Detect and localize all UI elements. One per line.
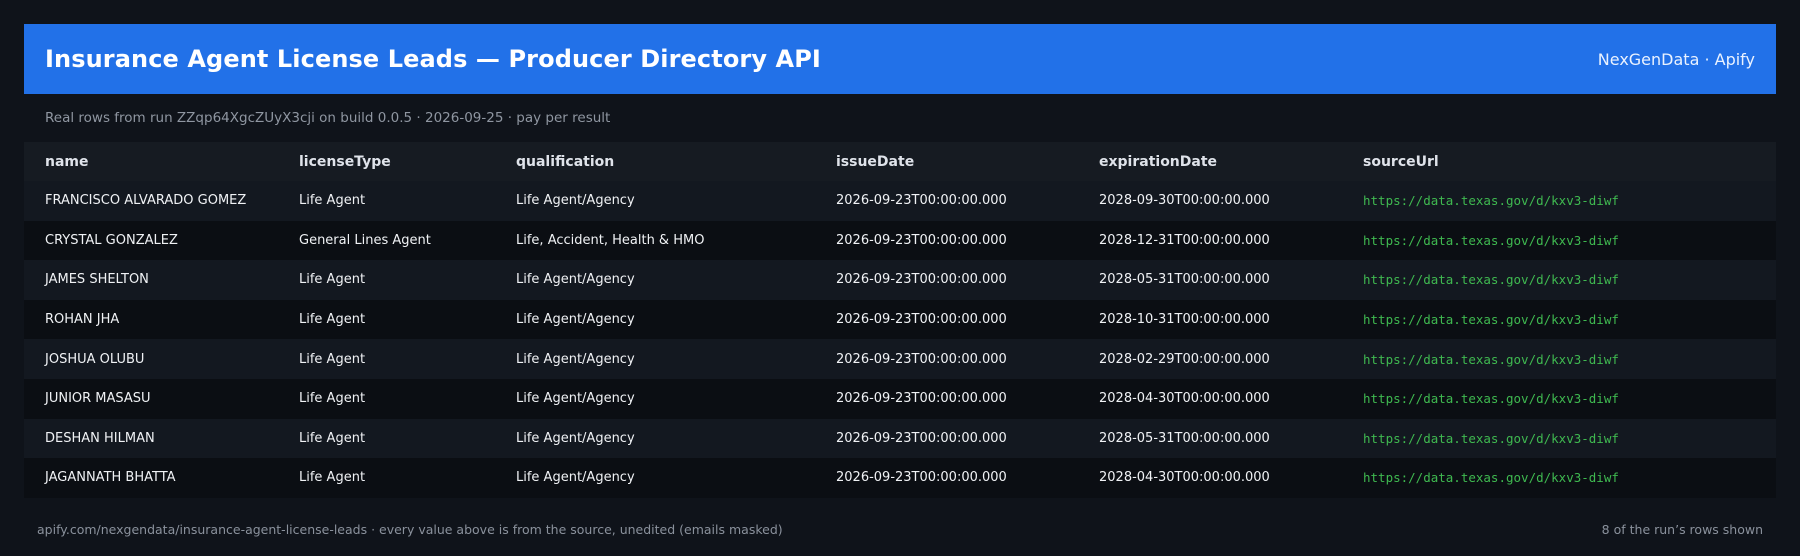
cell-source-url-link[interactable]: https://data.texas.gov/d/kxv3-diwf [1363,233,1776,248]
cell-license-type: Life Agent [299,391,366,407]
table-row[interactable]: JAMES SHELTON Life Agent Life Agent/Agen… [24,260,1776,300]
footer-row-count: 8 of the run’s rows shown [1601,522,1763,537]
table-row[interactable]: FRANCISCO ALVARADO GOMEZ Life Agent Life… [24,181,1776,221]
cell-source-url-link[interactable]: https://data.texas.gov/d/kxv3-diwf [1363,193,1776,208]
table-row[interactable]: JOSHUA OLUBU Life Agent Life Agent/Agenc… [24,339,1776,379]
column-header-source-url[interactable]: sourceUrl [1363,154,1776,170]
cell-name: ROHAN JHA [45,312,120,328]
cell-issue-date: 2026-09-23T00:00:00.000 [836,272,1007,288]
cell-qualification: Life Agent/Agency [516,391,635,407]
column-header-license-type[interactable]: licenseType [299,154,516,170]
column-header-name[interactable]: name [24,154,299,170]
column-header-expiration-date[interactable]: expirationDate [1099,154,1363,170]
cell-qualification: Life Agent/Agency [516,312,635,328]
cell-issue-date: 2026-09-23T00:00:00.000 [836,193,1007,209]
cell-expiration-date: 2028-05-31T00:00:00.000 [1099,430,1270,446]
table-header-row: name licenseType qualification issueDate… [24,142,1776,181]
cell-qualification: Life Agent/Agency [516,272,635,288]
cell-license-type: Life Agent [299,470,366,486]
cell-qualification: Life Agent/Agency [516,193,635,209]
cell-source-url-link[interactable]: https://data.texas.gov/d/kxv3-diwf [1363,391,1776,406]
cell-issue-date: 2026-09-23T00:00:00.000 [836,232,1007,248]
cell-expiration-date: 2028-02-29T00:00:00.000 [1099,351,1270,367]
cell-license-type: Life Agent [299,312,366,328]
cell-source-url-link[interactable]: https://data.texas.gov/d/kxv3-diwf [1363,352,1776,367]
cell-source-url-link[interactable]: https://data.texas.gov/d/kxv3-diwf [1363,470,1776,485]
cell-license-type: General Lines Agent [299,232,431,248]
cell-license-type: Life Agent [299,430,366,446]
cell-issue-date: 2026-09-23T00:00:00.000 [836,430,1007,446]
page-title: Insurance Agent License Leads — Producer… [45,45,821,73]
cell-qualification: Life, Accident, Health & HMO [516,232,705,248]
cell-qualification: Life Agent/Agency [516,470,635,486]
cell-expiration-date: 2028-04-30T00:00:00.000 [1099,391,1270,407]
cell-license-type: Life Agent [299,193,366,209]
results-table: name licenseType qualification issueDate… [24,142,1776,498]
cell-issue-date: 2026-09-23T00:00:00.000 [836,470,1007,486]
cell-name: JAMES SHELTON [45,272,149,288]
cell-qualification: Life Agent/Agency [516,351,635,367]
table-row[interactable]: CRYSTAL GONZALEZ General Lines Agent Lif… [24,220,1776,261]
cell-issue-date: 2026-09-23T00:00:00.000 [836,351,1007,367]
cell-expiration-date: 2028-05-31T00:00:00.000 [1099,272,1270,288]
cell-issue-date: 2026-09-23T00:00:00.000 [836,391,1007,407]
cell-name: FRANCISCO ALVARADO GOMEZ [45,193,247,209]
table-row[interactable]: ROHAN JHA Life Agent Life Agent/Agency 2… [24,299,1776,340]
table-row[interactable]: DESHAN HILMAN Life Agent Life Agent/Agen… [24,418,1776,459]
cell-source-url-link[interactable]: https://data.texas.gov/d/kxv3-diwf [1363,312,1776,327]
cell-expiration-date: 2028-09-30T00:00:00.000 [1099,193,1270,209]
cell-license-type: Life Agent [299,272,366,288]
header-bar: Insurance Agent License Leads — Producer… [24,24,1776,94]
cell-source-url-link[interactable]: https://data.texas.gov/d/kxv3-diwf [1363,272,1776,287]
run-subtitle: Real rows from run ZZqp64XgcZUyX3cji on … [45,110,611,126]
cell-name: JOSHUA OLUBU [45,351,145,367]
cell-qualification: Life Agent/Agency [516,430,635,446]
cell-expiration-date: 2028-12-31T00:00:00.000 [1099,232,1270,248]
brand-label: NexGenData · Apify [1597,49,1755,69]
cell-name: JUNIOR MASASU [45,391,151,407]
cell-issue-date: 2026-09-23T00:00:00.000 [836,312,1007,328]
column-header-qualification[interactable]: qualification [516,154,836,170]
cell-expiration-date: 2028-10-31T00:00:00.000 [1099,312,1270,328]
table-row[interactable]: JUNIOR MASASU Life Agent Life Agent/Agen… [24,378,1776,419]
cell-name: DESHAN HILMAN [45,430,155,446]
cell-name: JAGANNATH BHATTA [45,470,176,486]
cell-name: CRYSTAL GONZALEZ [45,232,178,248]
cell-expiration-date: 2028-04-30T00:00:00.000 [1099,470,1270,486]
cell-source-url-link[interactable]: https://data.texas.gov/d/kxv3-diwf [1363,431,1776,446]
table-row[interactable]: JAGANNATH BHATTA Life Agent Life Agent/A… [24,458,1776,498]
footer-source-note: apify.com/nexgendata/insurance-agent-lic… [37,522,783,537]
cell-license-type: Life Agent [299,351,366,367]
column-header-issue-date[interactable]: issueDate [836,154,1099,170]
